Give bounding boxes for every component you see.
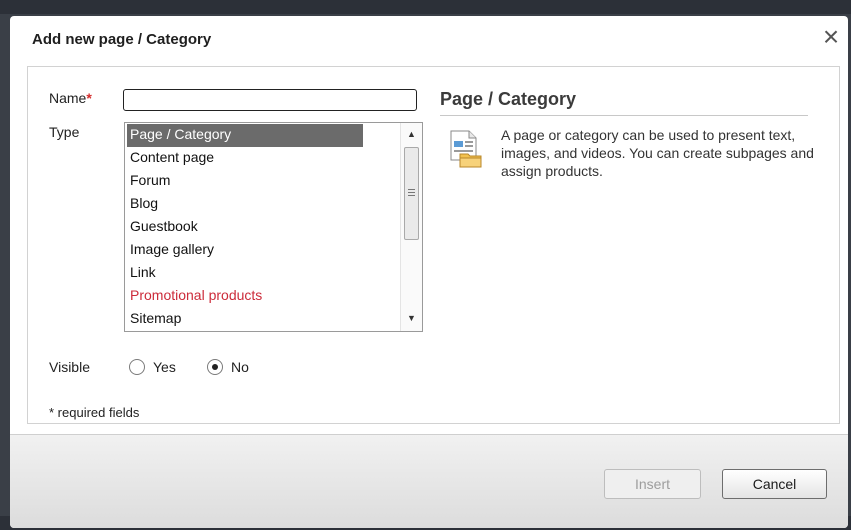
- scroll-down-arrow-icon[interactable]: ▼: [401, 309, 422, 327]
- dialog-title: Add new page / Category: [32, 31, 212, 48]
- name-input[interactable]: [123, 89, 417, 111]
- background-window-top: [0, 0, 851, 14]
- type-options: Page / Category Content page Forum Blog …: [127, 124, 397, 331]
- required-fields-note: * required fields: [49, 405, 140, 420]
- type-option-sitemap[interactable]: Sitemap: [127, 308, 397, 331]
- insert-button[interactable]: Insert: [604, 469, 701, 499]
- listbox-scrollbar[interactable]: ▲ ▼: [400, 123, 422, 331]
- type-option-image-gallery[interactable]: Image gallery: [127, 239, 397, 262]
- type-option-link[interactable]: Link: [127, 262, 397, 285]
- type-option-content-page[interactable]: Content page: [127, 147, 397, 170]
- type-listbox[interactable]: Page / Category Content page Forum Blog …: [124, 122, 423, 332]
- add-page-dialog: Add new page / Category × Name* Type Pag…: [10, 16, 848, 528]
- type-option-promotional-products[interactable]: Promotional products: [127, 285, 397, 308]
- cancel-button[interactable]: Cancel: [722, 469, 827, 499]
- type-option-forum[interactable]: Forum: [127, 170, 397, 193]
- type-option-page-category[interactable]: Page / Category: [127, 124, 363, 147]
- visible-no-radio[interactable]: [207, 359, 223, 375]
- info-description: A page or category can be used to presen…: [501, 127, 814, 179]
- type-label: Type: [49, 124, 80, 140]
- scroll-up-arrow-icon[interactable]: ▲: [401, 125, 422, 143]
- page-folder-icon: [450, 130, 482, 168]
- name-label-text: Name: [49, 90, 87, 106]
- grip-line-icon: [408, 195, 415, 196]
- form-panel: Name* Type Page / Category Content page …: [27, 66, 840, 424]
- visible-yes-radio[interactable]: [129, 359, 145, 375]
- info-title: Page / Category: [440, 89, 577, 109]
- info-divider: [440, 115, 808, 116]
- grip-line-icon: [408, 189, 415, 190]
- visible-yes-label[interactable]: Yes: [153, 359, 176, 375]
- close-icon[interactable]: ×: [818, 23, 844, 51]
- visible-no-label[interactable]: No: [231, 359, 249, 375]
- required-mark: *: [86, 90, 92, 106]
- type-option-guestbook[interactable]: Guestbook: [127, 216, 397, 239]
- name-label: Name*: [49, 90, 92, 106]
- dialog-footer: Insert Cancel: [10, 434, 848, 528]
- grip-line-icon: [408, 192, 415, 193]
- visible-label: Visible: [49, 359, 90, 375]
- scroll-thumb[interactable]: [404, 147, 419, 240]
- type-option-blog[interactable]: Blog: [127, 193, 397, 216]
- radio-selected-dot: [212, 364, 218, 370]
